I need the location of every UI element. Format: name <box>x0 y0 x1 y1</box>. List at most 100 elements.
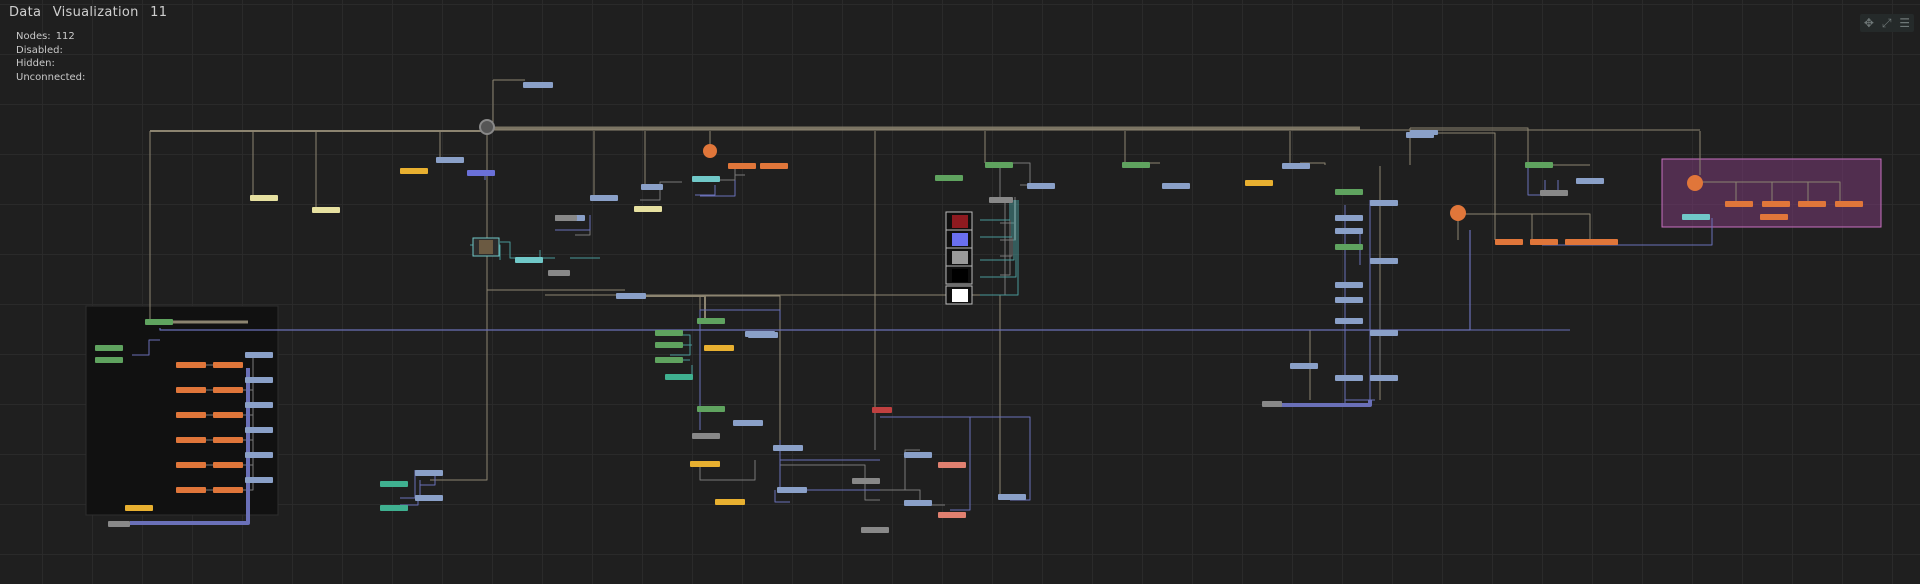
node-salmon-2[interactable] <box>938 512 966 518</box>
node-orange-l6[interactable] <box>213 412 243 418</box>
node-orange-l4[interactable] <box>213 387 243 393</box>
node-orange-2[interactable] <box>760 163 788 169</box>
node-graph-canvas[interactable] <box>0 0 1920 584</box>
node-green-11[interactable] <box>697 406 725 412</box>
node-orange-l12[interactable] <box>213 487 243 493</box>
node-orange-l1[interactable] <box>176 362 206 368</box>
node-blue-11[interactable] <box>1282 163 1310 169</box>
node-yellow-4[interactable] <box>690 461 720 467</box>
node-green-7[interactable] <box>655 330 683 336</box>
node-green-10[interactable] <box>697 318 725 324</box>
node-blue-23[interactable] <box>1576 178 1604 184</box>
node-orange-circle-1[interactable] <box>703 144 717 158</box>
node-yellow-3[interactable] <box>704 345 734 351</box>
node-red-1[interactable] <box>872 407 892 413</box>
node-green-9[interactable] <box>655 357 683 363</box>
node-orange-6[interactable] <box>1590 239 1618 245</box>
node-yellow-2[interactable] <box>1245 180 1273 186</box>
node-gray-5[interactable] <box>861 527 889 533</box>
node-blue-18[interactable] <box>1335 318 1363 324</box>
node-orange-l2[interactable] <box>213 362 243 368</box>
node-blue-16[interactable] <box>1335 282 1363 288</box>
node-blue-20[interactable] <box>1290 363 1318 369</box>
node-blue-26[interactable] <box>773 445 803 451</box>
node-orange-l10[interactable] <box>213 462 243 468</box>
node-green-4[interactable] <box>1335 189 1363 195</box>
node-green-3[interactable] <box>1122 162 1150 168</box>
node-green-13[interactable] <box>95 357 123 363</box>
node-gray-7[interactable] <box>1540 190 1568 196</box>
node-yellow-1[interactable] <box>400 168 428 174</box>
node-orange-circle-3[interactable] <box>1687 175 1703 191</box>
node-green-2[interactable] <box>985 162 1013 168</box>
node-orange-circle-2[interactable] <box>1450 205 1466 221</box>
node-yellow-6[interactable] <box>125 505 153 511</box>
node-blue-30[interactable] <box>904 500 932 506</box>
node-blue-28[interactable] <box>777 487 807 493</box>
node-blue-27[interactable] <box>733 420 763 426</box>
node-orange-l7[interactable] <box>176 437 206 443</box>
node-gray-1[interactable] <box>1262 401 1282 407</box>
node-yellow-5[interactable] <box>715 499 745 505</box>
node-gray-3[interactable] <box>692 433 720 439</box>
node-blue-l1[interactable] <box>245 352 273 358</box>
node-blue-25[interactable] <box>748 332 778 338</box>
node-orange-3[interactable] <box>1495 239 1523 245</box>
node-cyan-1[interactable] <box>692 176 720 182</box>
node-orange-10[interactable] <box>1835 201 1863 207</box>
node-cream-1[interactable] <box>250 195 278 201</box>
node-blue-l2[interactable] <box>245 377 273 383</box>
node-blue-29[interactable] <box>904 452 932 458</box>
node-blue-6[interactable] <box>616 293 646 299</box>
node-seafoam-2[interactable] <box>380 481 408 487</box>
node-blue-9[interactable] <box>1162 183 1190 189</box>
node-seafoam-1[interactable] <box>665 374 693 380</box>
node-blue-l3[interactable] <box>245 402 273 408</box>
node-orange-l11[interactable] <box>176 487 206 493</box>
node-blue-22[interactable] <box>1370 375 1398 381</box>
node-cyan-2[interactable] <box>515 257 543 263</box>
node-orange-8[interactable] <box>1762 201 1790 207</box>
node-gray-4[interactable] <box>852 478 880 484</box>
node-gray-6[interactable] <box>548 270 570 276</box>
node-gray-2[interactable] <box>108 521 130 527</box>
node-blue-l6[interactable] <box>245 477 273 483</box>
node-gray-9[interactable] <box>555 215 577 221</box>
node-blue-31[interactable] <box>998 494 1026 500</box>
node-green-6[interactable] <box>1525 162 1553 168</box>
node-blue-15[interactable] <box>1370 258 1398 264</box>
node-blue-1[interactable] <box>436 157 464 163</box>
node-orange-4[interactable] <box>1530 239 1558 245</box>
node-orange-5[interactable] <box>1565 239 1593 245</box>
node-blue-24[interactable] <box>1410 130 1438 135</box>
node-orange-11[interactable] <box>1760 214 1788 220</box>
node-blue-21[interactable] <box>1335 375 1363 381</box>
node-cyan-3[interactable] <box>1682 214 1710 220</box>
node-orange-l8[interactable] <box>213 437 243 443</box>
node-blue-top[interactable] <box>523 82 553 88</box>
node-blue-l5[interactable] <box>245 452 273 458</box>
node-blue-33[interactable] <box>415 495 443 501</box>
node-blue-8[interactable] <box>1027 183 1055 189</box>
node-green-12[interactable] <box>95 345 123 351</box>
node-blue-3[interactable] <box>590 195 618 201</box>
node-orange-l9[interactable] <box>176 462 206 468</box>
node-orange-7[interactable] <box>1725 201 1753 207</box>
node-blue-4[interactable] <box>641 184 663 190</box>
node-gray-8[interactable] <box>989 197 1013 203</box>
node-blue-19[interactable] <box>1370 330 1398 336</box>
node-orange-9[interactable] <box>1798 201 1826 207</box>
node-blue-l4[interactable] <box>245 427 273 433</box>
node-seafoam-3[interactable] <box>380 505 408 511</box>
node-orange-l3[interactable] <box>176 387 206 393</box>
node-green-14[interactable] <box>145 319 173 325</box>
node-blue-32[interactable] <box>415 470 443 476</box>
node-blue-12[interactable] <box>1370 200 1398 206</box>
node-green-5[interactable] <box>1335 244 1363 250</box>
node-blue-14[interactable] <box>1335 228 1363 234</box>
node-orange-l5[interactable] <box>176 412 206 418</box>
node-green-8[interactable] <box>655 342 683 348</box>
node-green-1[interactable] <box>935 175 963 181</box>
node-cream-2[interactable] <box>312 207 340 213</box>
node-blue-2[interactable] <box>467 170 495 176</box>
